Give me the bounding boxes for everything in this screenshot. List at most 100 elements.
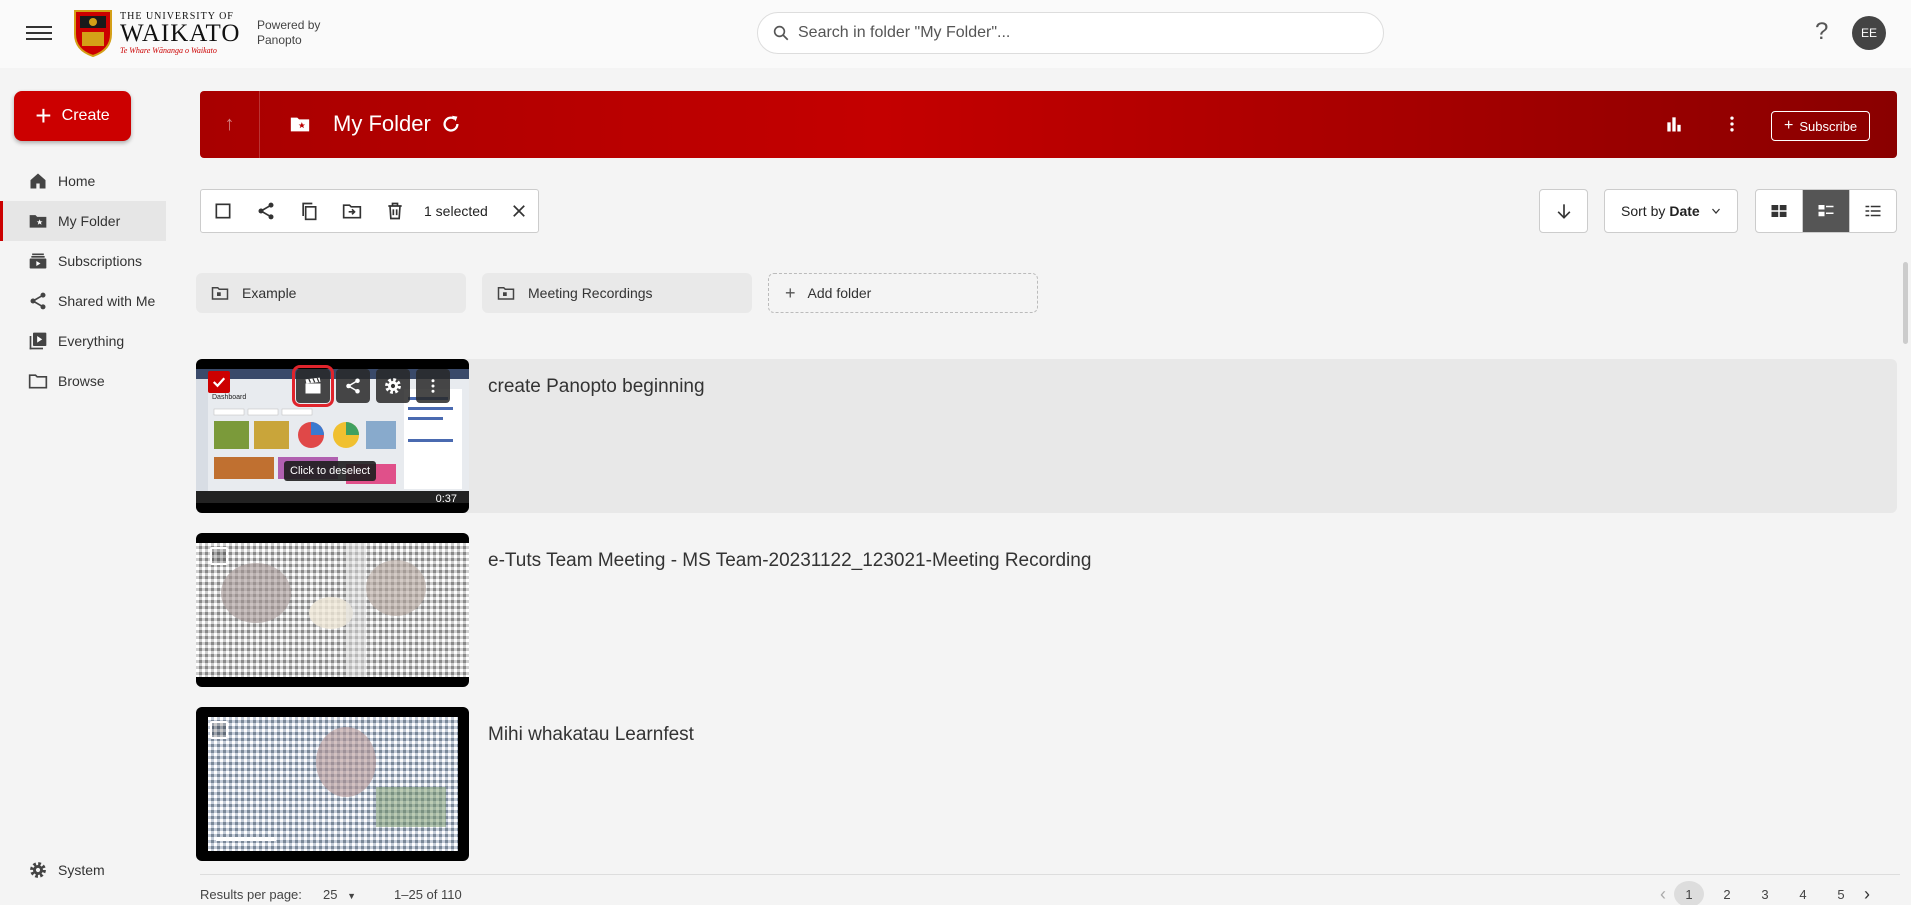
session-title[interactable]: Mihi whakatau Learnfest	[488, 724, 694, 746]
session-hover-tools	[292, 365, 456, 407]
page-4[interactable]: 4	[1788, 881, 1818, 905]
share-icon	[30, 292, 46, 310]
session-title[interactable]: e-Tuts Team Meeting - MS Team-20231122_1…	[488, 550, 1091, 572]
edit-button[interactable]	[292, 365, 334, 407]
settings-button[interactable]	[376, 369, 410, 403]
sort-direction-button[interactable]	[1539, 189, 1588, 233]
sidebar-item-my-folder[interactable]: My Folder	[0, 201, 166, 241]
add-folder-button[interactable]: + Add folder	[768, 273, 1038, 313]
parent-folder-button[interactable]: ↑	[200, 91, 260, 158]
sidebar-item-subscriptions[interactable]: Subscriptions	[0, 241, 166, 281]
move-button[interactable]	[330, 201, 373, 221]
powered-by-label: Powered by	[257, 18, 321, 32]
page-3[interactable]: 3	[1750, 881, 1780, 905]
powered-by: Powered by Panopto	[257, 18, 320, 48]
copy-icon	[301, 202, 316, 221]
svg-text:Dashboard: Dashboard	[212, 394, 246, 401]
sidebar-item-label: Shared with Me	[58, 293, 156, 309]
scrollbar-thumb[interactable]	[1903, 262, 1908, 344]
move-folder-icon	[342, 204, 361, 219]
chevron-left-icon[interactable]: ‹	[1660, 884, 1666, 905]
crest-icon	[74, 10, 112, 58]
detail-view-icon	[1818, 205, 1834, 217]
star-folder-icon	[29, 215, 47, 228]
grid-view-icon	[1771, 205, 1787, 217]
sidebar-item-home[interactable]: Home	[0, 161, 166, 201]
session-checkbox[interactable]	[210, 721, 228, 739]
sidebar-item-shared-with-me[interactable]: Shared with Me	[0, 281, 166, 321]
share-button[interactable]	[336, 369, 370, 403]
session-checkbox[interactable]	[208, 371, 230, 393]
system-label: System	[58, 862, 105, 878]
thumbnail-image	[196, 543, 469, 677]
stats-icon[interactable]	[1664, 114, 1684, 134]
avatar[interactable]: EE	[1852, 16, 1886, 50]
search-box[interactable]	[757, 12, 1384, 54]
close-icon	[513, 205, 525, 217]
share-icon	[346, 378, 360, 394]
sidebar-nav: Home My Folder Subscriptions Shared with…	[0, 161, 166, 401]
session-row[interactable]: Mihi whakatau Learnfest	[196, 707, 1897, 861]
more-options-icon[interactable]	[1722, 113, 1742, 135]
sidebar-item-browse[interactable]: Browse	[0, 361, 166, 401]
share-icon	[258, 202, 273, 220]
sidebar-item-label: Subscriptions	[58, 253, 143, 269]
list-view-button[interactable]	[1849, 190, 1896, 232]
detail-view-button[interactable]	[1802, 190, 1849, 232]
more-options-button[interactable]	[416, 369, 450, 403]
search-icon	[773, 25, 789, 41]
powered-by-name: Panopto	[257, 33, 302, 47]
session-row[interactable]: e-Tuts Team Meeting - MS Team-20231122_1…	[196, 533, 1897, 687]
share-button[interactable]	[244, 201, 287, 221]
university-logo[interactable]: THE UNIVERSITY OF WAIKATO Te Whare Wānan…	[72, 8, 240, 58]
sort-select[interactable]: Sort by Date	[1604, 189, 1738, 233]
delete-button[interactable]	[373, 201, 416, 221]
create-button[interactable]: + Create	[14, 91, 131, 141]
sort-value: Date	[1669, 203, 1700, 219]
folder-title: My Folder	[333, 111, 431, 136]
thumbnail-image	[208, 717, 458, 851]
search-input[interactable]	[798, 24, 1358, 42]
menu-icon[interactable]	[26, 22, 52, 44]
plus-icon: +	[35, 100, 52, 131]
folder-example[interactable]: Example	[196, 273, 466, 313]
checkbox-icon	[215, 203, 230, 219]
chevron-right-icon[interactable]: ›	[1864, 884, 1870, 905]
caret-down-icon: ▼	[347, 891, 357, 901]
subscribe-button[interactable]: + Subscribe	[1771, 111, 1871, 141]
clear-selection-button[interactable]	[504, 202, 534, 220]
results-per-page-value: 25	[323, 887, 338, 902]
session-thumbnail[interactable]	[196, 707, 469, 861]
sidebar-item-everything[interactable]: Everything	[0, 321, 166, 361]
sidebar-item-system[interactable]: System	[28, 860, 105, 880]
session-row[interactable]: Dashboard Click to deselect 0:37 create …	[196, 359, 1897, 513]
arrow-down-icon	[1557, 204, 1570, 219]
folder-header: ↑ My Folder + Subscribe	[200, 91, 1897, 158]
session-title[interactable]: create Panopto beginning	[488, 376, 705, 398]
page-5[interactable]: 5	[1826, 881, 1856, 905]
chevron-down-icon	[1711, 208, 1720, 214]
tile-view-button[interactable]	[1756, 190, 1802, 232]
selection-toolbar: 1 selected	[200, 189, 539, 233]
folder-meeting-recordings[interactable]: Meeting Recordings	[482, 273, 752, 313]
refresh-icon[interactable]	[440, 113, 462, 135]
list-view-icon	[1865, 205, 1881, 217]
plus-icon: +	[1784, 117, 1794, 134]
help-icon[interactable]: ?	[1815, 18, 1828, 46]
pager: ‹ 1 2 3 4 5 ›	[1660, 881, 1870, 905]
session-thumbnail[interactable]	[196, 533, 469, 687]
session-duration: 0:37	[435, 493, 457, 505]
page-2[interactable]: 2	[1712, 881, 1742, 905]
session-checkbox[interactable]	[210, 547, 228, 565]
select-all-checkbox[interactable]	[201, 201, 244, 221]
sidebar-item-label: Home	[58, 173, 96, 189]
folder-icon	[28, 374, 48, 389]
page-1[interactable]: 1	[1674, 881, 1704, 905]
results-per-page-label: Results per page:	[200, 887, 302, 902]
copy-button[interactable]	[287, 201, 330, 221]
home-icon	[30, 173, 46, 189]
pagination-footer: Results per page: 25 ▼ 1–25 of 110 ‹ 1 2…	[200, 874, 1900, 905]
session-thumbnail[interactable]: Dashboard Click to deselect 0:37	[196, 359, 469, 513]
results-per-page-select[interactable]: 25 ▼	[323, 887, 356, 902]
view-switcher	[1755, 189, 1897, 233]
